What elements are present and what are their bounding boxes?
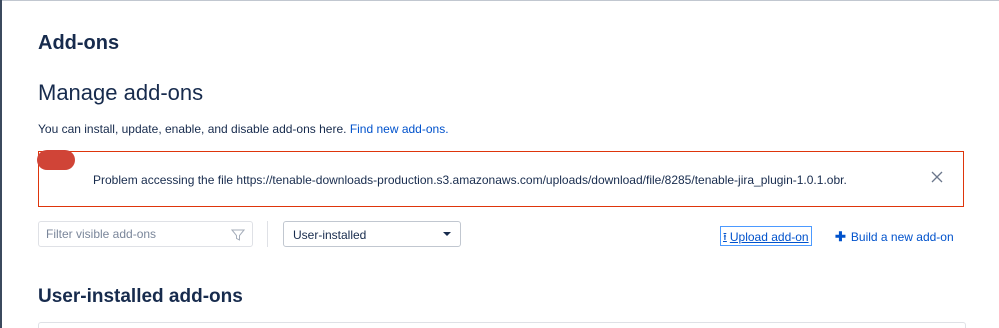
plus-icon: ✚ (835, 229, 846, 244)
page-title: Add-ons (38, 32, 120, 54)
error-message-box: Problem accessing the file https://tenab… (37, 150, 964, 207)
upload-addon-button[interactable]: ⭱ Upload add-on (720, 226, 812, 246)
manage-addons-heading: Manage add-ons (38, 80, 204, 105)
find-new-addons-link[interactable]: Find new add-ons. (350, 122, 449, 136)
window-left-border (0, 0, 2, 328)
addons-list-container (38, 322, 966, 328)
error-indicator-icon (37, 150, 75, 170)
close-icon-graphic (931, 171, 943, 183)
filter-addons-field[interactable] (38, 221, 253, 247)
chevron-down-icon (443, 232, 451, 236)
build-new-addon-label: Build a new add-on (850, 230, 954, 244)
intro-text: You can install, update, enable, and dis… (38, 122, 449, 136)
filter-addons-input[interactable] (39, 222, 219, 246)
filter-icon-graphic (230, 229, 246, 241)
intro-description: You can install, update, enable, and dis… (38, 122, 347, 136)
addon-type-select-value: User-installed (293, 228, 367, 242)
addon-type-select[interactable]: User-installed (283, 221, 461, 247)
close-icon[interactable] (929, 169, 945, 185)
filter-icon (230, 228, 246, 242)
build-new-addon-link[interactable]: ✚ Build a new add-on (835, 229, 954, 245)
toolbar-divider (267, 221, 268, 247)
user-installed-addons-heading: User-installed add-ons (38, 286, 243, 307)
error-message-text: Problem accessing the file https://tenab… (93, 173, 847, 187)
upload-addon-label: Upload add-on (729, 230, 809, 244)
upload-icon: ⭱ (723, 230, 727, 243)
window-top-border (0, 0, 999, 1)
